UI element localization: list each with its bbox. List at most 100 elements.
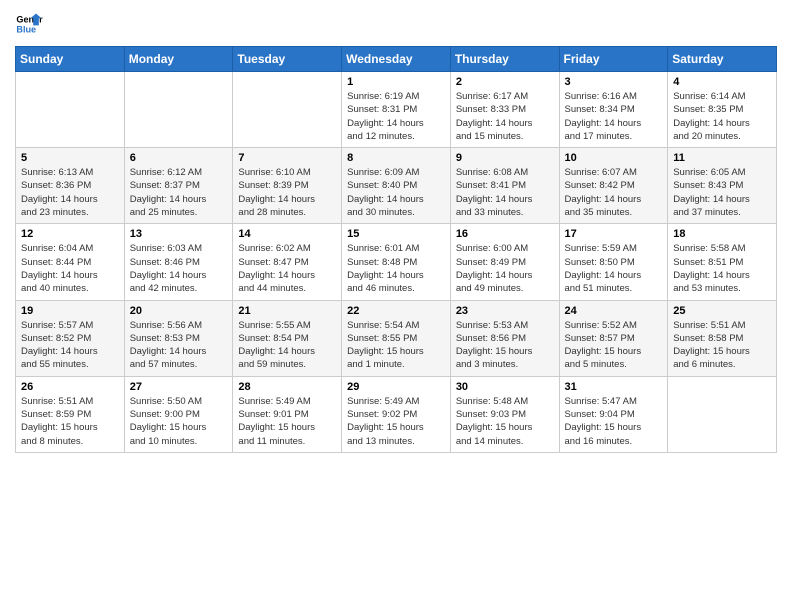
page: General Blue SundayMondayTuesdayWednesda…: [0, 0, 792, 612]
day-number: 22: [347, 305, 445, 317]
day-info: Sunrise: 6:03 AM Sunset: 8:46 PM Dayligh…: [130, 242, 228, 295]
column-header-saturday: Saturday: [668, 47, 777, 72]
column-header-tuesday: Tuesday: [233, 47, 342, 72]
day-info: Sunrise: 5:51 AM Sunset: 8:59 PM Dayligh…: [21, 395, 119, 448]
calendar-week-row: 12Sunrise: 6:04 AM Sunset: 8:44 PM Dayli…: [16, 224, 777, 300]
calendar-cell: 9 Sunrise: 6:08 AM Sunset: 8:41 PM Daylig…: [450, 148, 559, 224]
day-number: 9: [456, 152, 554, 164]
calendar-cell: 1 Sunrise: 6:19 AM Sunset: 8:31 PM Daylig…: [342, 72, 451, 148]
day-info: Sunrise: 6:10 AM Sunset: 8:39 PM Dayligh…: [238, 166, 336, 219]
day-number: 20: [130, 305, 228, 317]
calendar-cell: 13 Sunrise: 6:03 AM Sunset: 8:46 PM Dayli…: [124, 224, 233, 300]
calendar-cell: 17 Sunrise: 5:59 AM Sunset: 8:50 PM Dayli…: [559, 224, 668, 300]
day-number: 8: [347, 152, 445, 164]
day-number: 30: [456, 381, 554, 393]
day-info: Sunrise: 5:53 AM Sunset: 8:56 PM Dayligh…: [456, 319, 554, 372]
day-info: Sunrise: 6:05 AM Sunset: 8:43 PM Dayligh…: [673, 166, 771, 219]
calendar-table: SundayMondayTuesdayWednesdayThursdayFrid…: [15, 46, 777, 453]
calendar-cell: 6 Sunrise: 6:12 AM Sunset: 8:37 PM Daylig…: [124, 148, 233, 224]
day-info: Sunrise: 6:02 AM Sunset: 8:47 PM Dayligh…: [238, 242, 336, 295]
day-info: Sunrise: 6:04 AM Sunset: 8:44 PM Dayligh…: [21, 242, 119, 295]
day-info: Sunrise: 6:09 AM Sunset: 8:40 PM Dayligh…: [347, 166, 445, 219]
day-info: Sunrise: 5:50 AM Sunset: 9:00 PM Dayligh…: [130, 395, 228, 448]
day-info: Sunrise: 5:57 AM Sunset: 8:52 PM Dayligh…: [21, 319, 119, 372]
day-number: 11: [673, 152, 771, 164]
column-header-friday: Friday: [559, 47, 668, 72]
calendar-cell: 29 Sunrise: 5:49 AM Sunset: 9:02 PM Dayli…: [342, 376, 451, 452]
day-info: Sunrise: 5:49 AM Sunset: 9:01 PM Dayligh…: [238, 395, 336, 448]
day-info: Sunrise: 5:59 AM Sunset: 8:50 PM Dayligh…: [565, 242, 663, 295]
day-number: 3: [565, 76, 663, 88]
calendar-week-row: 19 Sunrise: 5:57 AM Sunset: 8:52 PM Dayli…: [16, 300, 777, 376]
day-info: Sunrise: 5:58 AM Sunset: 8:51 PM Dayligh…: [673, 242, 771, 295]
day-number: 14: [238, 228, 336, 240]
day-number: 19: [21, 305, 119, 317]
calendar-cell: 26 Sunrise: 5:51 AM Sunset: 8:59 PM Dayli…: [16, 376, 125, 452]
day-info: Sunrise: 5:52 AM Sunset: 8:57 PM Dayligh…: [565, 319, 663, 372]
calendar-cell: 19 Sunrise: 5:57 AM Sunset: 8:52 PM Dayli…: [16, 300, 125, 376]
calendar-cell: 20 Sunrise: 5:56 AM Sunset: 8:53 PM Dayli…: [124, 300, 233, 376]
day-number: 6: [130, 152, 228, 164]
day-info: Sunrise: 5:54 AM Sunset: 8:55 PM Dayligh…: [347, 319, 445, 372]
day-info: Sunrise: 6:08 AM Sunset: 8:41 PM Dayligh…: [456, 166, 554, 219]
calendar-cell: 21 Sunrise: 5:55 AM Sunset: 8:54 PM Dayli…: [233, 300, 342, 376]
calendar-cell: 12Sunrise: 6:04 AM Sunset: 8:44 PM Dayli…: [16, 224, 125, 300]
svg-text:Blue: Blue: [16, 24, 36, 34]
day-number: 29: [347, 381, 445, 393]
day-info: Sunrise: 6:13 AM Sunset: 8:36 PM Dayligh…: [21, 166, 119, 219]
day-number: 17: [565, 228, 663, 240]
day-info: Sunrise: 6:19 AM Sunset: 8:31 PM Dayligh…: [347, 90, 445, 143]
day-number: 26: [21, 381, 119, 393]
day-number: 31: [565, 381, 663, 393]
day-number: 24: [565, 305, 663, 317]
calendar-cell: 5 Sunrise: 6:13 AM Sunset: 8:36 PM Daylig…: [16, 148, 125, 224]
calendar-cell: 4 Sunrise: 6:14 AM Sunset: 8:35 PM Daylig…: [668, 72, 777, 148]
calendar-cell: 31 Sunrise: 5:47 AM Sunset: 9:04 PM Dayli…: [559, 376, 668, 452]
column-header-wednesday: Wednesday: [342, 47, 451, 72]
calendar-cell: 22 Sunrise: 5:54 AM Sunset: 8:55 PM Dayli…: [342, 300, 451, 376]
calendar-cell: 18 Sunrise: 5:58 AM Sunset: 8:51 PM Dayli…: [668, 224, 777, 300]
calendar-cell: 14 Sunrise: 6:02 AM Sunset: 8:47 PM Dayli…: [233, 224, 342, 300]
day-number: 21: [238, 305, 336, 317]
calendar-header-row: SundayMondayTuesdayWednesdayThursdayFrid…: [16, 47, 777, 72]
calendar-cell: 23 Sunrise: 5:53 AM Sunset: 8:56 PM Dayli…: [450, 300, 559, 376]
calendar-cell: [668, 376, 777, 452]
day-info: Sunrise: 6:12 AM Sunset: 8:37 PM Dayligh…: [130, 166, 228, 219]
calendar-cell: 3Sunrise: 6:16 AM Sunset: 8:34 PM Daylig…: [559, 72, 668, 148]
calendar-cell: 25Sunrise: 5:51 AM Sunset: 8:58 PM Dayli…: [668, 300, 777, 376]
day-number: 23: [456, 305, 554, 317]
calendar-cell: 28 Sunrise: 5:49 AM Sunset: 9:01 PM Dayli…: [233, 376, 342, 452]
day-number: 18: [673, 228, 771, 240]
svg-text:General: General: [16, 15, 43, 25]
calendar-cell: [16, 72, 125, 148]
day-number: 5: [21, 152, 119, 164]
day-number: 4: [673, 76, 771, 88]
column-header-thursday: Thursday: [450, 47, 559, 72]
day-info: Sunrise: 6:14 AM Sunset: 8:35 PM Dayligh…: [673, 90, 771, 143]
day-info: Sunrise: 5:48 AM Sunset: 9:03 PM Dayligh…: [456, 395, 554, 448]
day-info: Sunrise: 5:49 AM Sunset: 9:02 PM Dayligh…: [347, 395, 445, 448]
logo-icon: General Blue: [15, 10, 43, 38]
calendar-cell: 30 Sunrise: 5:48 AM Sunset: 9:03 PM Dayli…: [450, 376, 559, 452]
day-info: Sunrise: 6:00 AM Sunset: 8:49 PM Dayligh…: [456, 242, 554, 295]
calendar-cell: 15Sunrise: 6:01 AM Sunset: 8:48 PM Dayli…: [342, 224, 451, 300]
header: General Blue: [15, 10, 777, 38]
day-number: 13: [130, 228, 228, 240]
calendar-cell: 8 Sunrise: 6:09 AM Sunset: 8:40 PM Daylig…: [342, 148, 451, 224]
calendar-cell: [233, 72, 342, 148]
day-info: Sunrise: 6:17 AM Sunset: 8:33 PM Dayligh…: [456, 90, 554, 143]
day-number: 2: [456, 76, 554, 88]
calendar-cell: 24 Sunrise: 5:52 AM Sunset: 8:57 PM Dayli…: [559, 300, 668, 376]
day-info: Sunrise: 5:47 AM Sunset: 9:04 PM Dayligh…: [565, 395, 663, 448]
day-number: 28: [238, 381, 336, 393]
calendar-cell: 7 Sunrise: 6:10 AM Sunset: 8:39 PM Daylig…: [233, 148, 342, 224]
column-header-sunday: Sunday: [16, 47, 125, 72]
calendar-week-row: 26 Sunrise: 5:51 AM Sunset: 8:59 PM Dayli…: [16, 376, 777, 452]
calendar-cell: 27Sunrise: 5:50 AM Sunset: 9:00 PM Dayli…: [124, 376, 233, 452]
day-info: Sunrise: 5:56 AM Sunset: 8:53 PM Dayligh…: [130, 319, 228, 372]
calendar-cell: 11 Sunrise: 6:05 AM Sunset: 8:43 PM Dayli…: [668, 148, 777, 224]
day-number: 7: [238, 152, 336, 164]
day-number: 1: [347, 76, 445, 88]
day-info: Sunrise: 5:55 AM Sunset: 8:54 PM Dayligh…: [238, 319, 336, 372]
calendar-cell: 10Sunrise: 6:07 AM Sunset: 8:42 PM Dayli…: [559, 148, 668, 224]
